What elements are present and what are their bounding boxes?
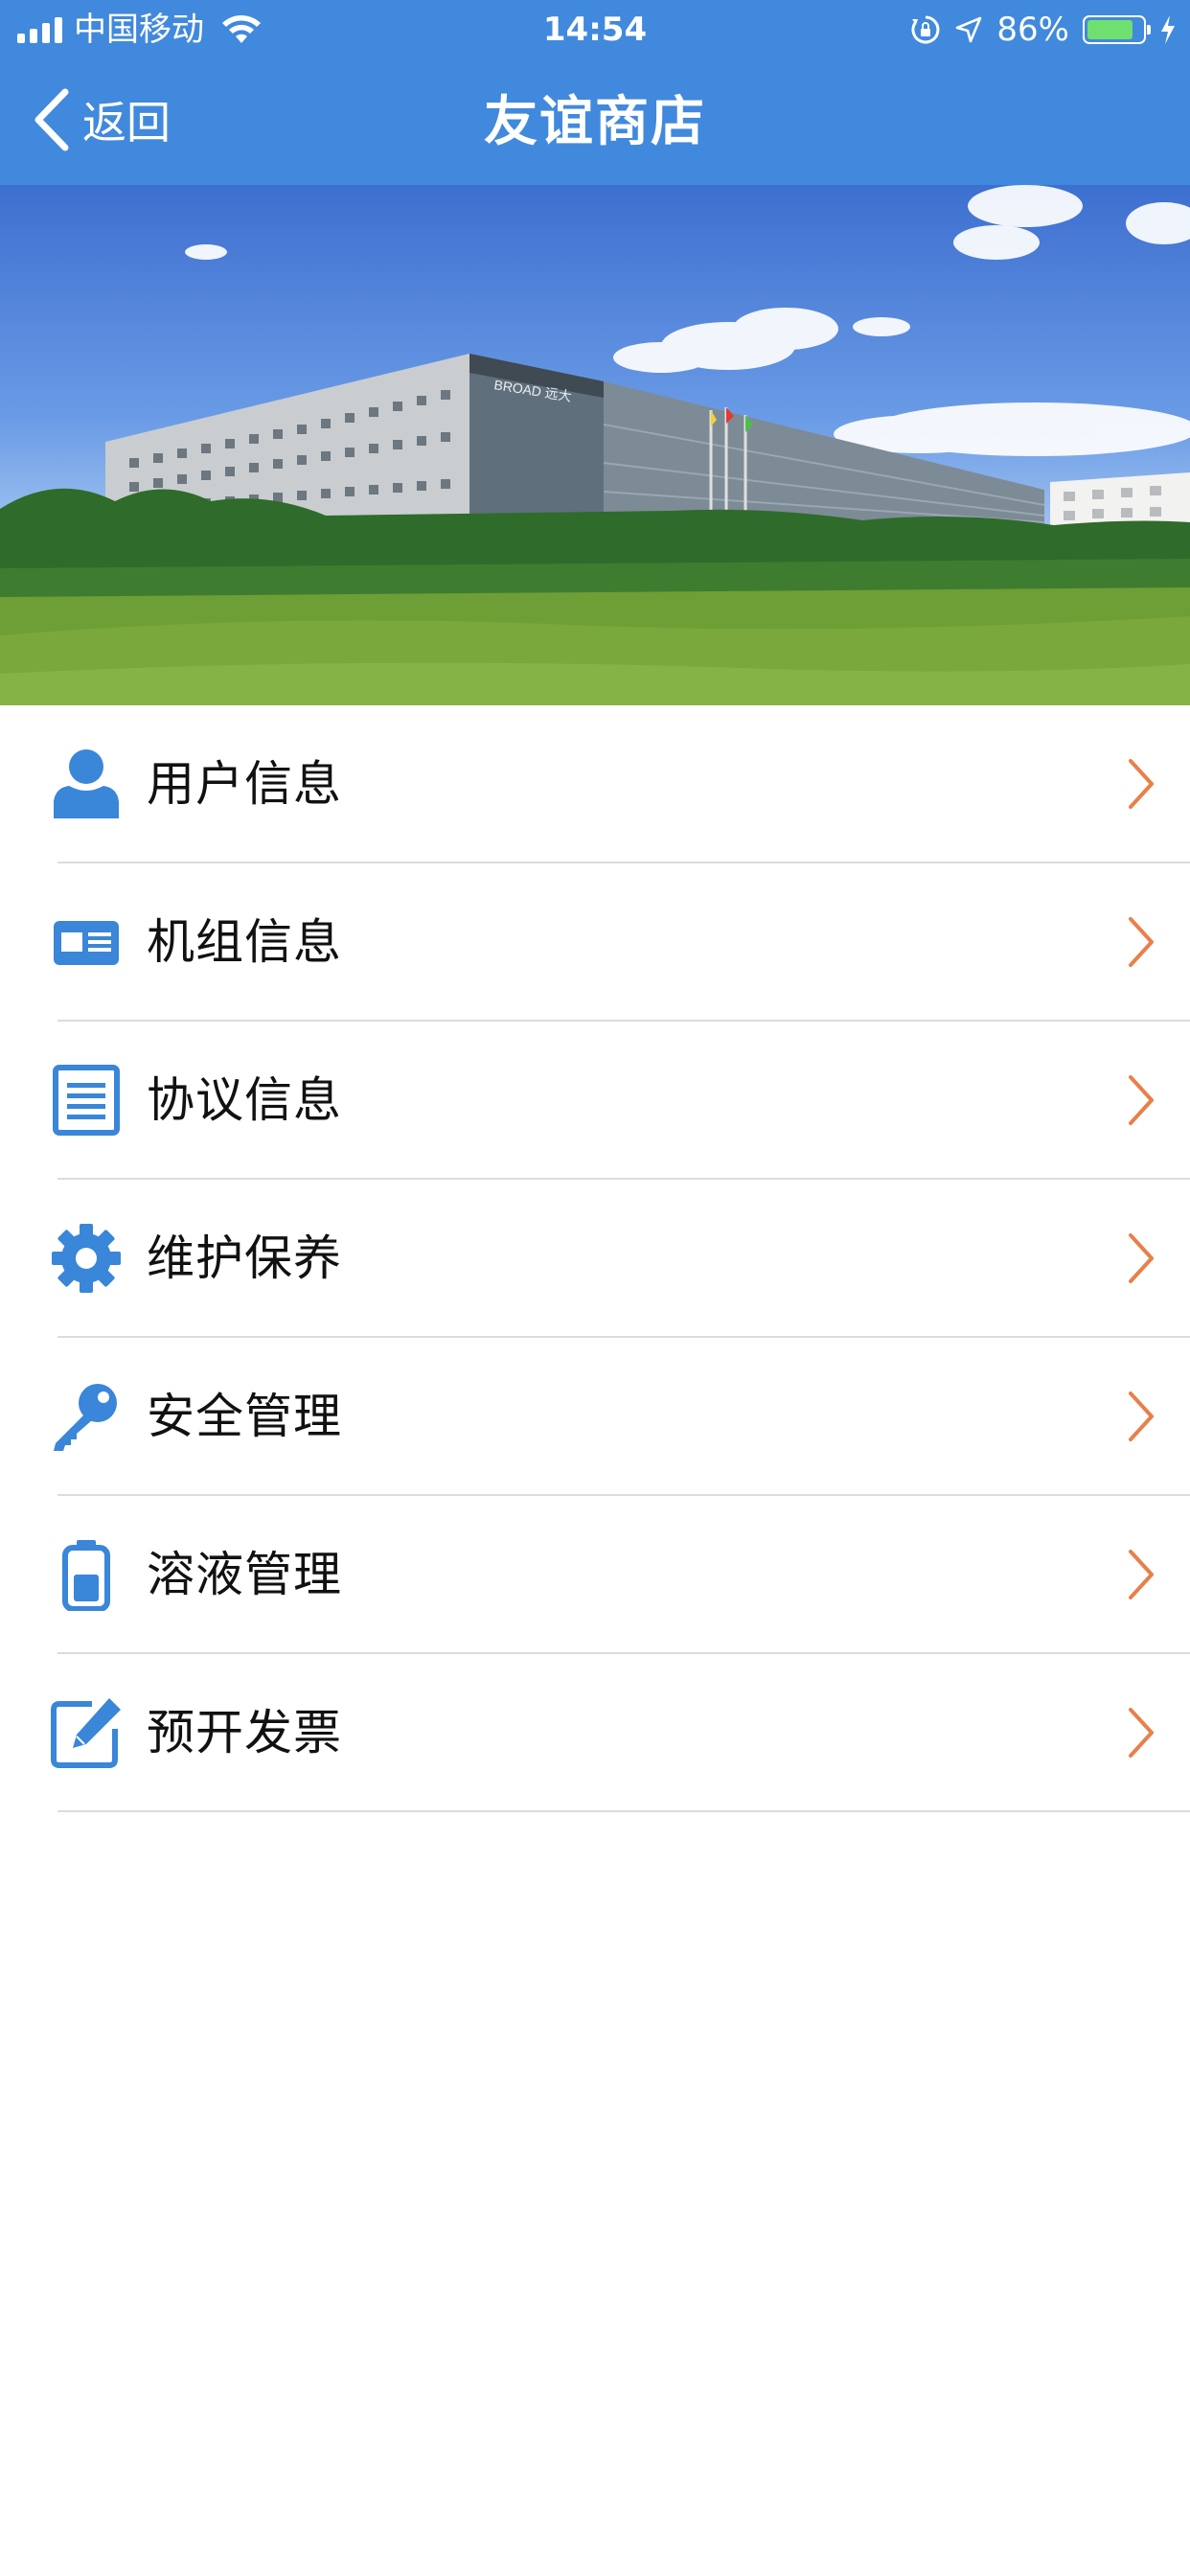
menu-item-label: 机组信息: [147, 914, 342, 970]
user-icon: [54, 749, 119, 818]
hero-image: BROAD 远大: [0, 185, 1190, 705]
menu-item-invoice[interactable]: 预开发票: [0, 1654, 1190, 1812]
charging-icon: [1161, 15, 1175, 44]
chevron-right-icon: [1129, 759, 1154, 809]
location-icon: [956, 16, 982, 43]
menu-item-maintenance[interactable]: 维护保养: [0, 1180, 1190, 1338]
row-divider: [57, 1810, 1190, 1812]
menu-item-label: 用户信息: [147, 756, 342, 812]
battery-icon: [1083, 15, 1151, 44]
menu-item-label: 安全管理: [147, 1389, 342, 1444]
menu-item-label: 溶液管理: [147, 1547, 342, 1602]
id-card-icon: [54, 921, 119, 965]
status-right: 86%: [910, 8, 1177, 52]
chevron-right-icon: [1129, 1075, 1154, 1125]
gear-icon: [52, 1224, 121, 1293]
chevron-right-icon: [1129, 917, 1154, 967]
battery-percent: 86%: [996, 11, 1069, 49]
menu-item-solution[interactable]: 溶液管理: [0, 1496, 1190, 1654]
chevron-right-icon: [1129, 1233, 1154, 1283]
menu-item-user-info[interactable]: 用户信息: [0, 705, 1190, 863]
menu-item-label: 预开发票: [147, 1705, 342, 1760]
battery-container-icon: [62, 1540, 110, 1611]
document-icon: [53, 1065, 120, 1136]
status-bar: 中国移动 14:54 86%: [0, 0, 1190, 59]
edit-icon: [51, 1698, 121, 1768]
menu-item-agreement-info[interactable]: 协议信息: [0, 1022, 1190, 1180]
menu-item-security[interactable]: 安全管理: [0, 1338, 1190, 1496]
menu-item-unit-info[interactable]: 机组信息: [0, 863, 1190, 1022]
chevron-right-icon: [1129, 1550, 1154, 1599]
battery-fill: [1087, 20, 1133, 39]
orientation-lock-icon: [911, 15, 940, 44]
menu-list: 用户信息 机组信息 协议信息 维护保养 安全管理 溶液管理 预开发票: [0, 705, 1190, 1812]
chevron-right-icon: [1129, 1708, 1154, 1758]
page-title: 友谊商店: [484, 91, 706, 153]
factory-photo: BROAD 远大: [0, 185, 1190, 705]
nav-bar: 返回 友谊商店: [0, 59, 1190, 185]
chevron-right-icon: [1129, 1392, 1154, 1441]
header-bar: 中国移动 14:54 86% 返回 友谊商店: [0, 0, 1190, 185]
menu-item-label: 维护保养: [147, 1230, 342, 1286]
menu-item-label: 协议信息: [147, 1072, 342, 1128]
key-icon: [54, 1384, 117, 1451]
